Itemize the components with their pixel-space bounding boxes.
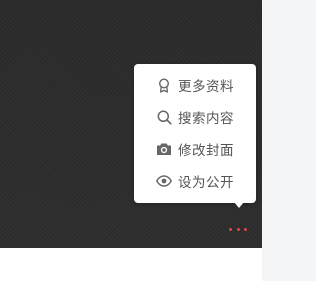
dot xyxy=(236,227,240,231)
dot xyxy=(244,227,247,231)
menu-item-set-public[interactable]: 设为公开 xyxy=(134,165,256,197)
camera-icon xyxy=(156,141,172,157)
menu-pointer xyxy=(234,202,244,208)
eye-icon xyxy=(156,173,172,189)
more-options-menu: 更多资料 搜索内容 修改封面 设为公开 xyxy=(134,64,256,203)
more-options-button[interactable] xyxy=(229,224,247,234)
content-area xyxy=(0,248,262,281)
badge-icon xyxy=(156,77,172,93)
menu-item-label: 更多资料 xyxy=(178,79,234,95)
menu-item-label: 设为公开 xyxy=(178,175,234,191)
menu-item-label: 修改封面 xyxy=(178,143,234,159)
menu-item-label: 搜索内容 xyxy=(178,111,234,127)
menu-item-change-cover[interactable]: 修改封面 xyxy=(134,133,256,165)
side-panel xyxy=(262,0,316,281)
menu-item-more-info[interactable]: 更多资料 xyxy=(134,69,256,101)
search-icon xyxy=(156,109,172,125)
dot xyxy=(229,227,232,231)
menu-item-search[interactable]: 搜索内容 xyxy=(134,101,256,133)
